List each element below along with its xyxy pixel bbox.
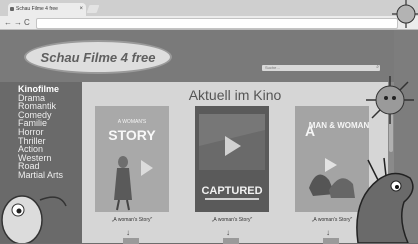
- poster-art-captured: CAPTURED: [195, 106, 269, 212]
- genre-menu: Kinofilme Drama Romantik Comedy Familie …: [0, 82, 82, 180]
- page-title: Aktuell im Kino: [188, 87, 282, 103]
- movie-poster[interactable]: CAPTURED: [195, 106, 269, 212]
- new-tab-button[interactable]: [86, 5, 100, 13]
- main-content: Aktuell im Kino A WOMAN'S STORY „A woman…: [82, 82, 388, 244]
- close-tab-icon[interactable]: ×: [79, 3, 83, 16]
- scrollbar-thumb[interactable]: [389, 92, 393, 152]
- forward-icon[interactable]: →: [14, 17, 22, 28]
- browser-tab-bar: Schau Filme 4 free ×: [0, 0, 418, 16]
- browser-tab[interactable]: Schau Filme 4 free ×: [8, 3, 86, 16]
- download-button[interactable]: [223, 238, 239, 244]
- site-header: Schau Filme 4 free ⌕: [0, 30, 418, 82]
- poster-top-text: A WOMAN'S: [118, 119, 147, 125]
- sidebar-item-martial-arts[interactable]: Martial Arts: [18, 171, 82, 180]
- search-box[interactable]: ⌕: [262, 64, 380, 71]
- site-logo[interactable]: Schau Filme 4 free: [26, 42, 170, 72]
- poster-title: MAN & WOMAN: [309, 121, 369, 130]
- favicon-icon: [10, 7, 14, 11]
- download-icon[interactable]: ↓: [326, 228, 330, 237]
- reload-icon[interactable]: C: [24, 17, 30, 28]
- poster-title: CAPTURED: [201, 185, 262, 197]
- right-margin: [394, 30, 418, 243]
- bookmark-star-icon[interactable]: ☆: [403, 16, 410, 28]
- poster-art-man-woman: A MAN & WOMAN: [295, 106, 369, 212]
- poster-art-woman: A WOMAN'S STORY: [95, 106, 169, 212]
- download-icon[interactable]: ↓: [126, 228, 130, 237]
- movie-poster[interactable]: A MAN & WOMAN: [295, 106, 369, 212]
- poster-title: STORY: [108, 127, 156, 143]
- genre-sidebar: Kinofilme Drama Romantik Comedy Familie …: [0, 82, 82, 243]
- download-button[interactable]: [323, 238, 339, 244]
- browser-tab-title: Schau Filme 4 free: [16, 6, 58, 12]
- movie-caption[interactable]: „A woman's Story": [182, 217, 282, 223]
- search-input[interactable]: [262, 65, 365, 71]
- site-logo-text: Schau Filme 4 free: [40, 49, 156, 65]
- download-button[interactable]: [123, 238, 139, 244]
- address-bar: ← → C ☆: [0, 16, 418, 30]
- movie-caption[interactable]: „A woman's Story": [82, 217, 182, 223]
- download-icon[interactable]: ↓: [226, 228, 230, 237]
- url-input[interactable]: [36, 18, 398, 29]
- movie-caption[interactable]: „A woman's Story": [282, 217, 382, 223]
- movie-poster[interactable]: A WOMAN'S STORY: [95, 106, 169, 212]
- search-icon[interactable]: ⌕: [376, 64, 379, 70]
- back-icon[interactable]: ←: [4, 17, 12, 28]
